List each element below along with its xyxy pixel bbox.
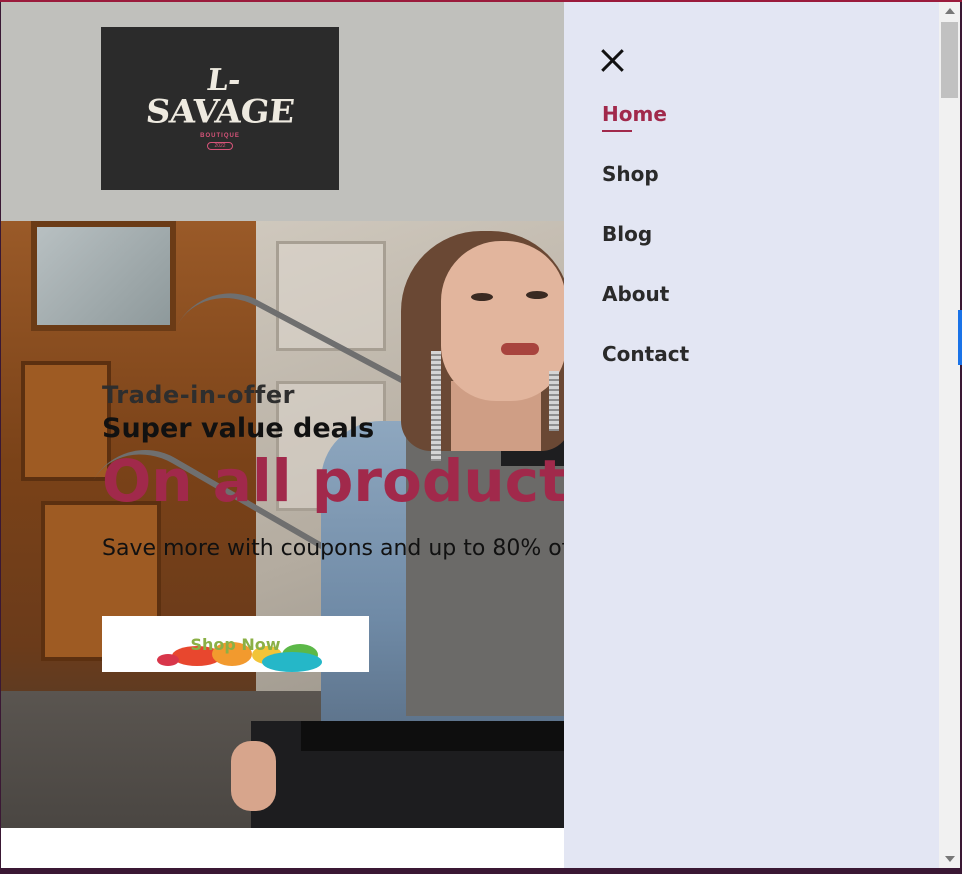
nav-item-blog: Blog	[602, 222, 689, 282]
nav-link-contact[interactable]: Contact	[602, 342, 689, 372]
nav-link-about[interactable]: About	[602, 282, 669, 312]
nav-item-shop: Shop	[602, 162, 689, 222]
nav-link-home[interactable]: Home	[602, 102, 667, 132]
chevron-up-icon[interactable]	[945, 8, 955, 14]
hero-headline: On all products	[102, 447, 602, 515]
nav-item-about: About	[602, 282, 689, 342]
nav-link-blog[interactable]: Blog	[602, 222, 652, 252]
nav-menu-list: Home Shop Blog About Contact	[602, 102, 689, 402]
hero-description: Save more with coupons and up to 80% off…	[102, 536, 586, 561]
logo-tagline: BOUTIQUE	[200, 133, 240, 139]
hero-text-block: Trade-in-offer Super value deals On all …	[102, 381, 601, 561]
vertical-scrollbar[interactable]	[939, 2, 960, 868]
close-icon[interactable]	[600, 48, 626, 74]
logo-wordmark-top: L-	[204, 63, 244, 98]
logo-wordmark: SAVAGE	[144, 93, 296, 131]
edge-indicator	[958, 310, 962, 365]
scrollbar-thumb[interactable]	[941, 22, 958, 98]
chevron-down-icon[interactable]	[945, 856, 955, 862]
brand-logo[interactable]: L- SAVAGE BOUTIQUE 2022	[101, 27, 339, 190]
hero-subtitle: Super value deals	[102, 413, 375, 444]
nav-link-shop[interactable]: Shop	[602, 162, 659, 192]
shop-now-button[interactable]: Shop Now	[102, 616, 369, 672]
nav-item-contact: Contact	[602, 342, 689, 402]
hero-eyebrow: Trade-in-offer	[102, 381, 295, 409]
page-viewport: L- SAVAGE BOUTIQUE 2022 Trade-in-offer S…	[1, 2, 939, 868]
photo-model-face	[441, 241, 566, 401]
nav-item-home: Home	[602, 102, 689, 162]
mobile-nav-drawer: Home Shop Blog About Contact	[564, 2, 939, 868]
shop-now-label: Shop Now	[190, 634, 281, 654]
logo-year-badge: 2022	[207, 142, 233, 150]
